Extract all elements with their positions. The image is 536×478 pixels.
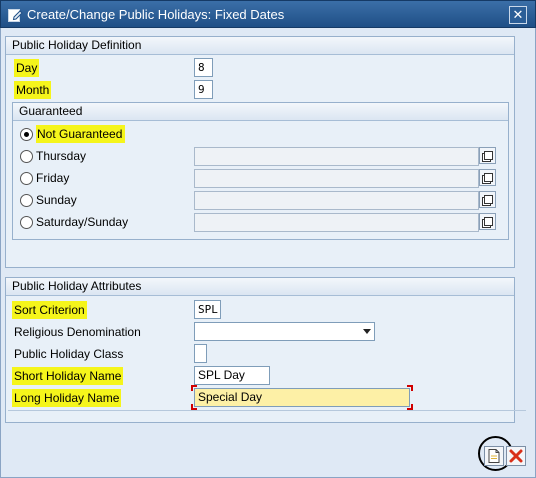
sunday-field [194,191,479,210]
thursday-value-help-icon[interactable] [479,147,496,164]
radio-label-friday: Friday [36,171,70,185]
required-mark [407,385,413,391]
short-holiday-name-label: Short Holiday Name [12,367,124,385]
title-bar: Create/Change Public Holidays: Fixed Dat… [0,0,536,28]
long-holiday-name-label: Long Holiday Name [12,389,122,407]
footer-separator [8,410,526,411]
short-holiday-name-field[interactable]: SPL Day [194,366,270,385]
radio-button[interactable] [20,193,33,207]
day-label: Day [14,59,40,77]
radio-label-thursday: Thursday [36,149,87,163]
radio-thursday[interactable]: Thursday [20,147,86,165]
group-header-guaranteed: Guaranteed [13,103,508,121]
group-header-attributes: Public Holiday Attributes [6,278,514,296]
month-field[interactable]: 9 [194,80,213,99]
radio-not-guaranteed[interactable]: Not Guaranteed [20,125,126,143]
cancel-x-icon [509,449,523,463]
chevron-down-icon[interactable] [363,329,371,334]
religious-denomination-dropdown[interactable] [194,322,375,341]
saturday-sunday-value-help-icon[interactable] [479,213,496,230]
radio-label-sunday: Sunday [36,193,77,207]
thursday-field [194,147,479,166]
radio-label-not-guaranteed: Not Guaranteed [36,125,126,143]
radio-button[interactable] [20,171,33,185]
required-mark [191,385,197,391]
radio-sunday[interactable]: Sunday [20,191,77,209]
cancel-button[interactable] [506,446,526,466]
window-title: Create/Change Public Holidays: Fixed Dat… [27,7,285,22]
saturday-sunday-field [194,213,479,232]
long-holiday-name-field[interactable]: Special Day [194,388,410,407]
radio-label-saturday-sunday: Saturday/Sunday [36,215,129,229]
month-label: Month [14,81,52,99]
sort-criterion-field[interactable]: SPL [194,300,221,319]
friday-value-help-icon[interactable] [479,169,496,186]
create-button[interactable] [484,446,504,466]
radio-button-selected[interactable] [20,127,33,141]
radio-button[interactable] [20,149,33,163]
sunday-value-help-icon[interactable] [479,191,496,208]
radio-friday[interactable]: Friday [20,169,69,187]
group-header-definition: Public Holiday Definition [6,37,514,55]
new-document-icon [488,449,500,463]
day-field[interactable]: 8 [194,58,213,77]
public-holiday-class-field[interactable] [194,344,207,363]
radio-saturday-sunday[interactable]: Saturday/Sunday [20,213,128,231]
religious-denomination-label: Religious Denomination [14,325,141,339]
sort-criterion-label: Sort Criterion [12,301,87,319]
public-holiday-class-label: Public Holiday Class [14,347,124,361]
edit-document-icon [8,9,23,22]
close-button[interactable]: ✕ [509,6,527,24]
friday-field [194,169,479,188]
radio-button[interactable] [20,215,33,229]
